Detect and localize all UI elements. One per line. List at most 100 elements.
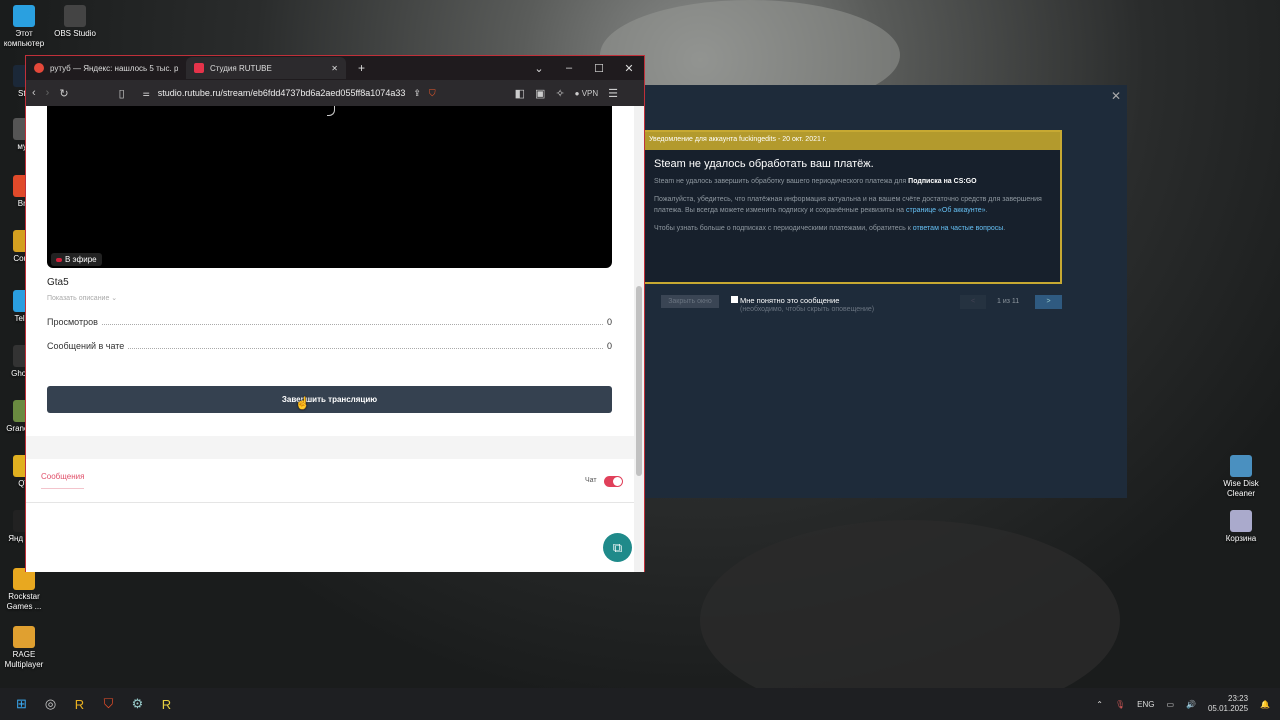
vpn-button[interactable]: ● VPN	[575, 89, 599, 98]
network-icon[interactable]: ▭	[1166, 700, 1174, 709]
live-dot-icon	[56, 257, 62, 262]
desktop-icon-label: RAGE Multiplayer	[4, 650, 44, 669]
desktop-icon-label: Этот компьютер	[3, 29, 45, 48]
clock[interactable]: 23:23 05.01.2025	[1208, 694, 1248, 714]
desktop-icon[interactable]: Rockstar Games ...	[0, 568, 52, 612]
app-icon	[1230, 510, 1252, 532]
url-text: studio.rutube.ru/stream/eb6fdd4737bd6a2a…	[157, 88, 406, 98]
tab-messages[interactable]: Сообщения	[41, 472, 85, 489]
minimize-icon[interactable]: –	[554, 62, 584, 74]
chat-toggle[interactable]	[604, 476, 623, 487]
acknowledge-hint: (необходимо, чтобы скрыть оповещение)	[740, 306, 875, 313]
faq-link[interactable]: ответам на частые вопросы	[913, 225, 1003, 232]
steam-notification-window: ✕ Уведомление для аккаунта fuckingedits …	[645, 85, 1127, 498]
chat-toggle-label: Чат	[585, 477, 597, 484]
desktop-icon[interactable]: Корзина	[1213, 510, 1269, 544]
time: 23:23	[1228, 694, 1249, 703]
stat-value: 0	[606, 317, 612, 327]
show-description-link[interactable]: Показать описание ⌄	[47, 294, 117, 302]
desktop-icon-label: Wise Disk Cleaner	[1223, 479, 1259, 498]
pager-text: 1 из 11	[997, 298, 1020, 305]
reload-icon[interactable]: ↻	[59, 87, 68, 100]
forward-icon[interactable]: ›	[46, 87, 50, 99]
mouse-cursor-icon: ☝	[295, 396, 310, 410]
microphone-icon[interactable]: 🎙	[1115, 700, 1125, 709]
notifications-icon[interactable]: 🔔	[1260, 700, 1270, 709]
steam-taskbar-icon[interactable]: ⚙	[123, 692, 152, 716]
live-badge: В эфире	[51, 253, 102, 266]
browser-window: рутуб — Яндекс: нашлось 5 тыс. р Студия …	[25, 55, 645, 572]
obs-taskbar-icon[interactable]: ◎	[36, 692, 65, 716]
stat-chat-messages: Сообщений в чате 0	[47, 341, 612, 351]
wallet-icon[interactable]: ▣	[535, 87, 545, 100]
tab-bar: рутуб — Яндекс: нашлось 5 тыс. р Студия …	[26, 56, 644, 80]
rockstar-taskbar-icon[interactable]: R	[65, 692, 94, 716]
volume-icon[interactable]: 🔊	[1186, 700, 1196, 709]
notice-header: Уведомление для аккаунта fuckingedits - …	[645, 132, 1060, 150]
account-page-link[interactable]: странице «Об аккаунте»	[906, 207, 986, 214]
sidebar-icon[interactable]: ◧	[515, 87, 525, 100]
brave-shield-icon[interactable]: ⛉	[429, 88, 436, 99]
rage-taskbar-icon[interactable]: R	[152, 692, 181, 716]
video-player[interactable]: В эфире	[47, 106, 612, 268]
stat-value: 0	[606, 341, 612, 351]
close-window-icon[interactable]: ✕	[614, 62, 644, 75]
close-tab-icon[interactable]: ✕	[331, 64, 338, 73]
end-stream-button[interactable]: Завершить трансляцию	[47, 386, 612, 413]
maximize-icon[interactable]: ☐	[584, 62, 614, 75]
page-scrollbar[interactable]	[634, 106, 644, 572]
notice-panel: Уведомление для аккаунта fuckingedits - …	[645, 130, 1062, 284]
app-icon	[64, 5, 86, 27]
tab-yandex[interactable]: рутуб — Яндекс: нашлось 5 тыс. р	[26, 57, 186, 79]
show-description-label: Показать описание	[47, 295, 110, 302]
menu-icon[interactable]: ☰	[608, 87, 618, 100]
date: 05.01.2025	[1207, 704, 1249, 713]
back-icon[interactable]: ‹	[32, 87, 36, 99]
desktop-icon-label: Корзина	[1225, 534, 1257, 543]
desktop-icon-label: OBS Studio	[54, 29, 96, 38]
tab-label: рутуб — Яндекс: нашлось 5 тыс. р	[49, 63, 178, 73]
yandex-icon	[34, 63, 44, 73]
vpn-label: VPN	[581, 88, 599, 98]
leo-icon[interactable]: ✧	[555, 87, 564, 100]
share-icon[interactable]: ⇪	[413, 88, 421, 99]
notice-p1: Steam не удалось завершить обработку ваш…	[654, 178, 909, 185]
taskbar: ⊞ ◎ R ⛉ ⚙ R ⌃ 🎙 ENG ▭ 🔊 23:23 05.01.2025 …	[0, 688, 1280, 720]
stat-label: Просмотров	[47, 317, 98, 327]
acknowledge-label: Мне понятно это сообщение	[740, 296, 840, 305]
desktop-icon[interactable]: Wise Disk Cleaner	[1213, 455, 1269, 499]
subscription-name: Подписка на CS:GO	[908, 178, 977, 185]
next-button[interactable]: >	[1035, 295, 1062, 309]
close-icon[interactable]: ✕	[1111, 89, 1121, 103]
stat-label: Сообщений в чате	[47, 341, 125, 351]
rutube-studio-page: В эфире Gta5 Показать описание ⌄ Просмот…	[26, 106, 635, 572]
app-icon	[13, 626, 35, 648]
close-window-button[interactable]: Закрыть окно	[661, 295, 719, 308]
notice-title: Steam не удалось обработать ваш платёж.	[654, 158, 874, 170]
desktop-icon[interactable]: OBS Studio	[47, 5, 103, 39]
bookmark-icon[interactable]: ▯	[119, 87, 125, 100]
desktop-icon[interactable]: RAGE Multiplayer	[0, 626, 52, 670]
address-bar-row: ‹ › ↻ ▯ ⚌ studio.rutube.ru/stream/eb6fdd473…	[26, 80, 644, 106]
live-badge-label: В эфире	[65, 255, 97, 264]
stat-views: Просмотров 0	[47, 317, 612, 327]
app-icon	[13, 5, 35, 27]
prev-button[interactable]: <	[960, 295, 986, 309]
url-field[interactable]: ⚌ studio.rutube.ru/stream/eb6fdd4737bd6a2…	[135, 83, 465, 103]
app-icon	[1230, 455, 1252, 477]
loading-spinner-icon	[327, 106, 335, 116]
brave-taskbar-icon[interactable]: ⛉	[94, 692, 123, 716]
support-chat-icon[interactable]: ⧉	[603, 533, 632, 562]
start-icon[interactable]: ⊞	[7, 692, 36, 716]
stream-title: Gta5	[47, 277, 69, 288]
tab-rutube-studio[interactable]: Студия RUTUBE ✕	[186, 57, 346, 79]
notice-p3: Чтобы узнать больше о подписках с период…	[654, 225, 913, 232]
tray-overflow-icon[interactable]: ⌃	[1096, 700, 1103, 709]
acknowledge-checkbox[interactable]	[731, 296, 738, 303]
tab-list-icon[interactable]: ⌄	[524, 62, 554, 75]
divider-band	[26, 436, 635, 459]
new-tab-icon[interactable]: +	[358, 61, 365, 75]
desktop-icon[interactable]: Этот компьютер	[0, 5, 52, 49]
language-indicator[interactable]: ENG	[1137, 700, 1154, 709]
site-settings-icon[interactable]: ⚌	[143, 89, 150, 98]
